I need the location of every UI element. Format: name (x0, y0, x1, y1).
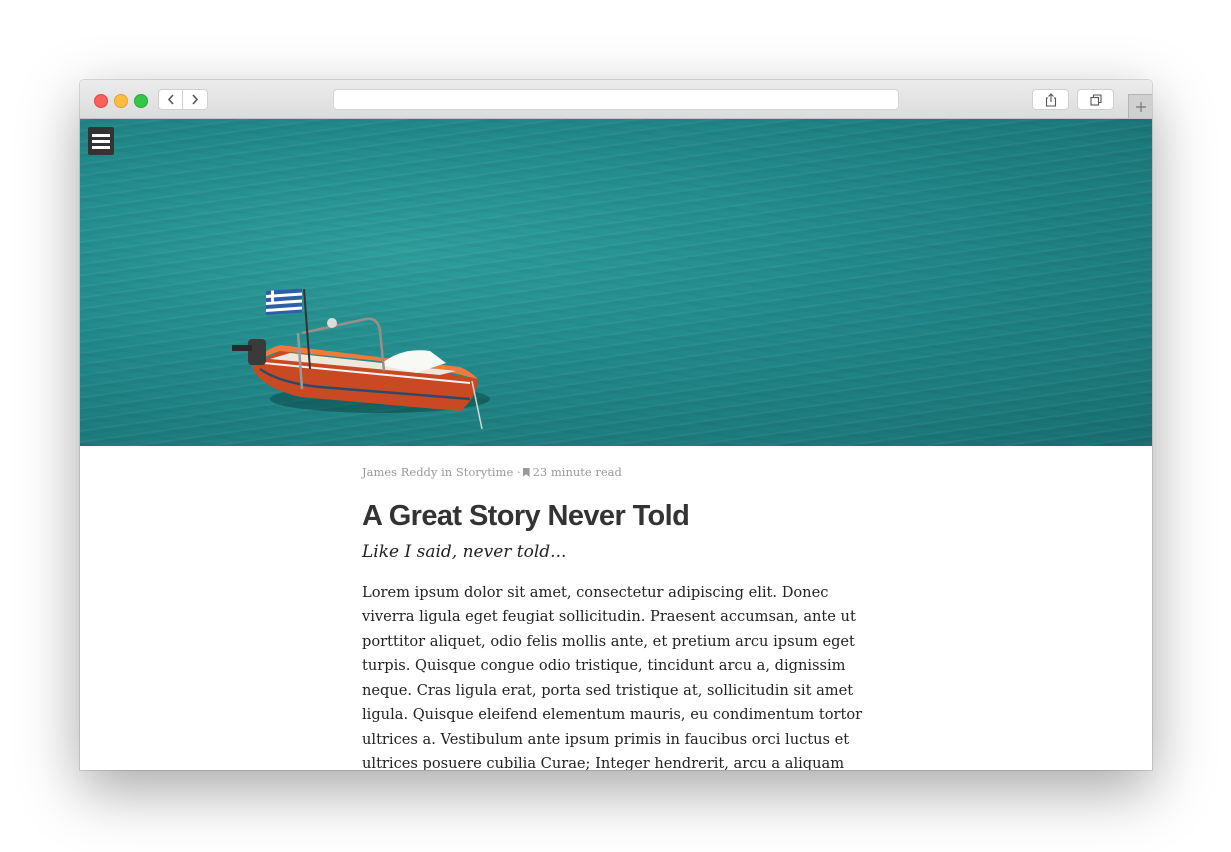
article-meta: James Reddy in Storytime · 23 minute read (362, 465, 872, 479)
new-tab-button[interactable] (1128, 94, 1152, 118)
bookmark-icon (522, 468, 530, 477)
category-link[interactable]: Storytime (456, 465, 513, 479)
share-button[interactable] (1032, 89, 1069, 110)
read-time: 23 minute read (532, 465, 622, 479)
maximize-window-button[interactable] (134, 94, 148, 108)
article-subtitle: Like I said, never told... (362, 541, 567, 562)
meta-separator: · (516, 465, 521, 479)
hamburger-menu-icon (92, 133, 110, 137)
forward-button[interactable] (183, 89, 208, 110)
article-body: Lorem ipsum dolor sit amet, consectetur … (362, 583, 863, 770)
hamburger-line (92, 145, 110, 149)
author-link[interactable]: James Reddy (362, 465, 437, 479)
browser-window: James Reddy in Storytime · 23 minute read… (80, 80, 1152, 770)
meta-in-text: in (441, 465, 453, 479)
boat-illustration (232, 288, 490, 430)
browser-toolbar (80, 80, 1152, 119)
chevron-right-icon (192, 94, 199, 105)
plus-icon (1135, 101, 1146, 112)
hamburger-line (92, 139, 110, 143)
navigation-buttons (158, 89, 208, 110)
tabs-overview-icon (1089, 93, 1102, 106)
minimize-window-button[interactable] (114, 94, 128, 108)
address-bar[interactable] (333, 89, 899, 110)
hamburger-menu-button[interactable] (88, 127, 114, 155)
back-button[interactable] (158, 89, 183, 110)
hero-image (80, 119, 1152, 446)
close-window-button[interactable] (94, 94, 108, 108)
chevron-left-icon (167, 94, 174, 105)
show-tabs-button[interactable] (1077, 89, 1114, 110)
share-icon (1045, 92, 1056, 107)
article-title: A Great Story Never Told (362, 500, 690, 532)
article: James Reddy in Storytime · 23 minute read… (362, 465, 872, 770)
